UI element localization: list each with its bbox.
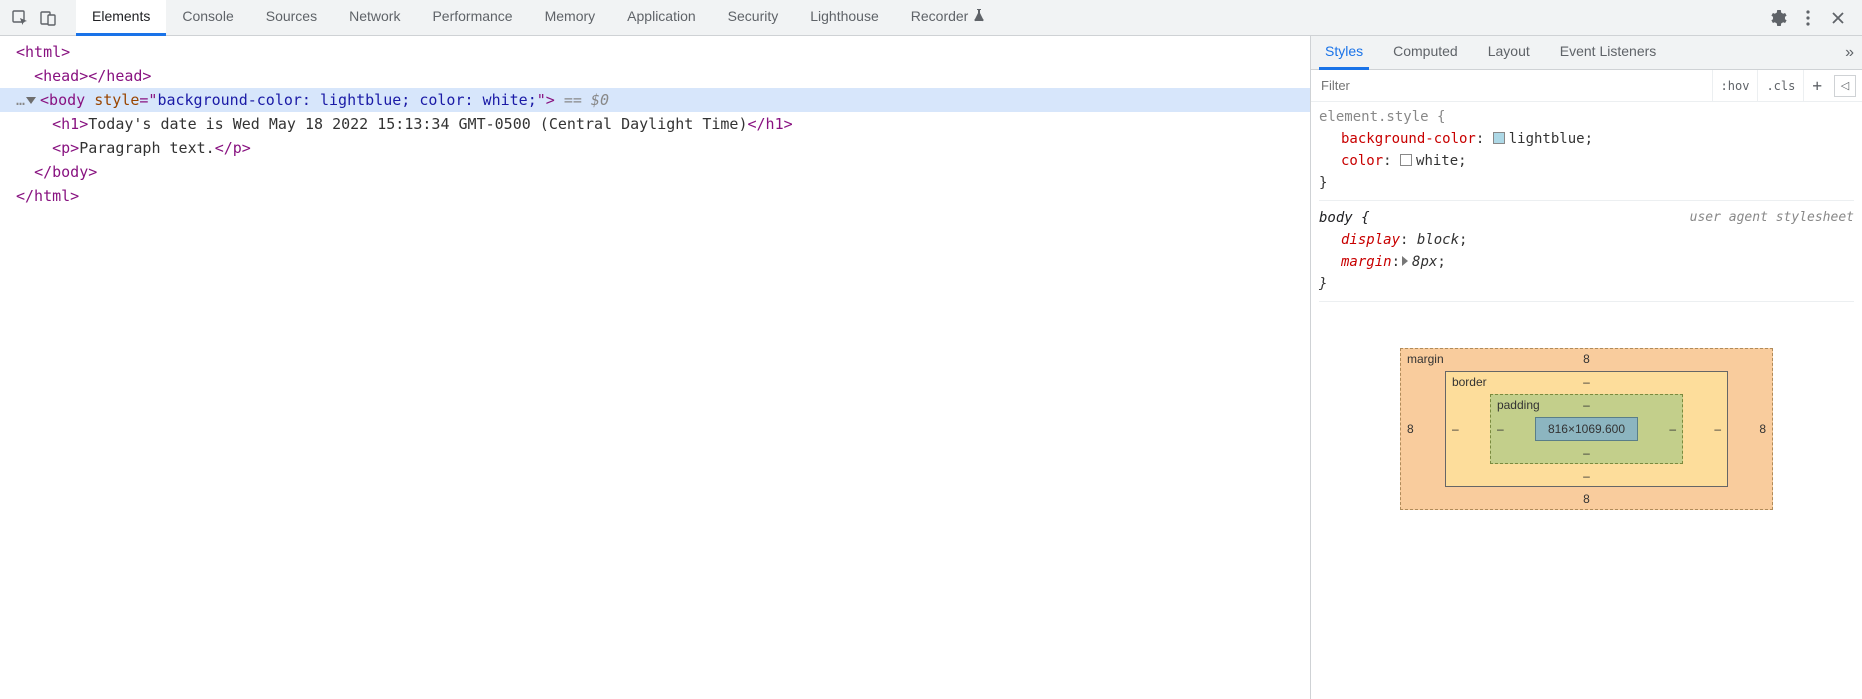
box-model[interactable]: margin 8 8 8 8 border – – – – padding – — [1311, 308, 1862, 699]
devtools-toolbar: Elements Console Sources Network Perform… — [0, 0, 1862, 36]
padding-top-value[interactable]: – — [1583, 398, 1590, 412]
body-tag-close-bracket: "> — [537, 91, 555, 109]
body-selector: body { — [1319, 210, 1370, 226]
expand-triangle-icon[interactable] — [1402, 256, 1408, 266]
ellipsis-icon: … — [16, 91, 26, 109]
body-tag-open: <body — [40, 91, 94, 109]
toolbar-right-group — [1764, 4, 1856, 32]
content-dimensions: 816×1069.600 — [1548, 422, 1625, 436]
prop-margin[interactable]: margin:8px; — [1319, 251, 1854, 273]
margin-top-value[interactable]: 8 — [1583, 352, 1590, 366]
tab-memory[interactable]: Memory — [529, 0, 612, 36]
kebab-menu-icon[interactable] — [1794, 4, 1822, 32]
padding-left-value[interactable]: – — [1497, 422, 1504, 436]
box-model-border[interactable]: border – – – – padding – – – – 816×106 — [1445, 371, 1728, 487]
tab-performance[interactable]: Performance — [416, 0, 528, 36]
tab-lighthouse[interactable]: Lighthouse — [794, 0, 895, 36]
padding-right-value[interactable]: – — [1669, 422, 1676, 436]
dollar-zero-ref: == $0 — [555, 91, 609, 109]
box-model-content[interactable]: 816×1069.600 — [1535, 417, 1638, 441]
device-toggle-icon[interactable] — [34, 4, 62, 32]
body-attr-eq: =" — [139, 91, 157, 109]
padding-bottom-value[interactable]: – — [1583, 446, 1590, 460]
subtab-event-listeners[interactable]: Event Listeners — [1554, 36, 1663, 70]
overflow-icon[interactable]: » — [1845, 44, 1854, 62]
tab-application[interactable]: Application — [611, 0, 712, 36]
tab-elements[interactable]: Elements — [76, 0, 166, 36]
rule-body-ua[interactable]: user agent stylesheet body { display: bl… — [1319, 207, 1854, 302]
dom-line-html-open[interactable]: <html> — [0, 40, 1310, 64]
prop-color[interactable]: color: white; — [1319, 150, 1854, 172]
border-label: border — [1452, 375, 1487, 389]
caret-down-icon[interactable] — [26, 97, 36, 104]
style-rules: element.style { background-color: lightb… — [1311, 102, 1862, 308]
white-swatch-icon[interactable] — [1400, 154, 1412, 166]
box-model-margin[interactable]: margin 8 8 8 8 border – – – – padding – — [1400, 348, 1773, 510]
body-style-attr-value: background-color: lightblue; color: whit… — [157, 91, 536, 109]
tab-sources[interactable]: Sources — [250, 0, 333, 36]
tab-recorder-label: Recorder — [911, 8, 969, 24]
toggle-sidebar-icon[interactable]: ◁ — [1834, 75, 1856, 97]
h1-text: Today's date is Wed May 18 2022 15:13:34… — [88, 115, 747, 133]
styles-filter-row: :hov .cls + ◁ — [1311, 70, 1862, 102]
lightblue-swatch-icon[interactable] — [1493, 132, 1505, 144]
dom-line-body-close[interactable]: </body> — [0, 160, 1310, 184]
border-bottom-value[interactable]: – — [1583, 469, 1590, 483]
cls-toggle[interactable]: .cls — [1757, 70, 1803, 101]
border-right-value[interactable]: – — [1714, 422, 1721, 436]
dom-line-body-open[interactable]: … <body style="background-color: lightblu… — [0, 88, 1310, 112]
toolbar-left-group — [6, 4, 62, 32]
tab-security[interactable]: Security — [712, 0, 795, 36]
close-icon[interactable] — [1824, 4, 1852, 32]
subtab-styles[interactable]: Styles — [1319, 36, 1369, 70]
padding-label: padding — [1497, 398, 1540, 412]
main-area: <html> <head></head> …<body style="backg… — [0, 36, 1862, 699]
dom-line-h1[interactable]: <h1>Today's date is Wed May 18 2022 15:1… — [0, 112, 1310, 136]
dom-line-p[interactable]: <p>Paragraph text.</p> — [0, 136, 1310, 160]
element-style-selector: element.style { — [1319, 109, 1445, 125]
close-brace: } — [1319, 175, 1327, 191]
dom-tree-panel[interactable]: <html> <head></head> … <body style="backg… — [0, 36, 1310, 699]
margin-bottom-value[interactable]: 8 — [1583, 492, 1590, 506]
rule-element-style[interactable]: element.style { background-color: lightb… — [1319, 106, 1854, 201]
subtab-layout[interactable]: Layout — [1482, 36, 1536, 70]
border-left-value[interactable]: – — [1452, 422, 1459, 436]
body-style-attr-name: style — [94, 91, 139, 109]
prop-display[interactable]: display: block; — [1319, 229, 1854, 251]
new-rule-button[interactable]: + — [1803, 70, 1830, 101]
dom-line-html-close[interactable]: </html> — [0, 184, 1310, 208]
tab-recorder[interactable]: Recorder — [895, 0, 1003, 36]
settings-icon[interactable] — [1764, 4, 1792, 32]
close-brace: } — [1319, 276, 1327, 292]
ua-stylesheet-label: user agent stylesheet — [1690, 207, 1854, 229]
margin-left-value[interactable]: 8 — [1407, 422, 1414, 436]
margin-right-value[interactable]: 8 — [1759, 422, 1766, 436]
tab-console[interactable]: Console — [166, 0, 249, 36]
inspect-icon[interactable] — [6, 4, 34, 32]
flask-icon — [972, 8, 986, 25]
prop-background-color[interactable]: background-color: lightblue; — [1319, 128, 1854, 150]
main-tabs: Elements Console Sources Network Perform… — [76, 0, 1002, 36]
subtab-computed[interactable]: Computed — [1387, 36, 1464, 70]
styles-panel: Styles Computed Layout Event Listeners »… — [1310, 36, 1862, 699]
margin-label: margin — [1407, 352, 1444, 366]
dom-line-head[interactable]: <head></head> — [0, 64, 1310, 88]
border-top-value[interactable]: – — [1583, 375, 1590, 389]
hov-toggle[interactable]: :hov — [1712, 70, 1758, 101]
box-model-padding[interactable]: padding – – – – 816×1069.600 — [1490, 394, 1683, 464]
p-text: Paragraph text. — [79, 139, 214, 157]
tab-network[interactable]: Network — [333, 0, 416, 36]
styles-subtabs: Styles Computed Layout Event Listeners » — [1311, 36, 1862, 70]
styles-filter-input[interactable] — [1311, 70, 1712, 101]
